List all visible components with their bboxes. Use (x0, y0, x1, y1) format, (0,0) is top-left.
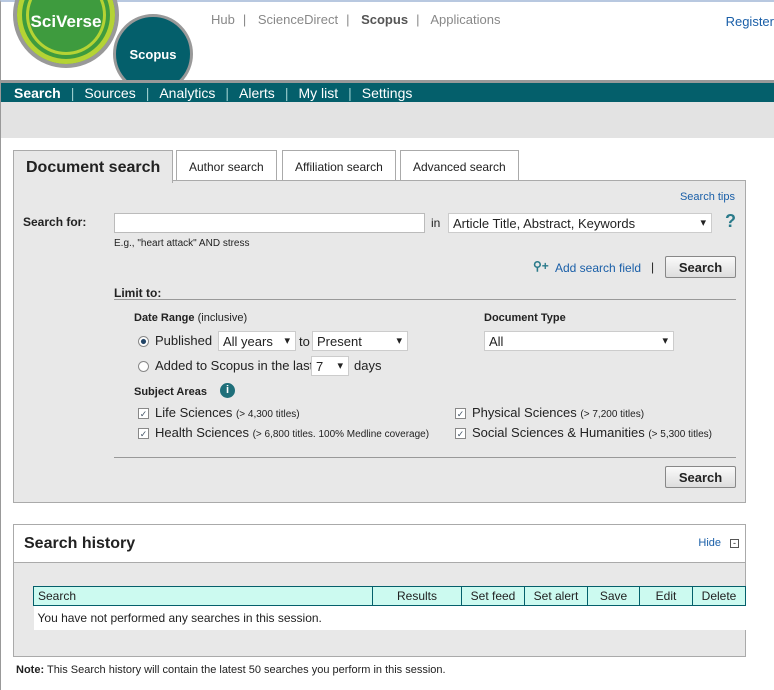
help-icon[interactable]: ? (725, 211, 736, 232)
to-year-select[interactable]: Present (312, 331, 408, 351)
added-radio[interactable] (138, 361, 149, 373)
in-label: in (431, 216, 441, 230)
published-radio[interactable] (138, 336, 149, 348)
nav-my-list[interactable]: My list (298, 85, 338, 102)
register-link[interactable]: Register (726, 14, 774, 29)
social-sciences-checkbox[interactable]: ✓ (455, 428, 466, 440)
header-strip (1, 102, 774, 138)
col-set-alert: Set alert (524, 586, 588, 606)
main-nav: Search | Sources | Analytics | Alerts | My l… (1, 80, 774, 102)
search-input[interactable] (114, 213, 425, 233)
published-label: Published (155, 333, 213, 348)
search-example: E.g., "heart attack" AND stress (114, 238, 250, 249)
subject-areas-label: Subject Areas (134, 386, 207, 398)
tab-document-search[interactable]: Document search (13, 150, 174, 183)
subject-social-sciences: ✓ Social Sciences & Humanities (> 5,300 t… (455, 425, 712, 440)
add-search-field-icon[interactable]: ⚲+ (533, 259, 549, 273)
search-button-top[interactable]: Search (665, 256, 736, 278)
subject-physical-sciences: ✓ Physical Sciences (> 7,200 titles) (455, 405, 645, 420)
col-search: Search (33, 586, 373, 606)
physical-sciences-checkbox[interactable]: ✓ (455, 408, 466, 420)
to-label: to (299, 334, 310, 349)
sciverse-logo[interactable]: SciVerse (13, 0, 119, 68)
link-scopus[interactable]: Scopus (361, 12, 408, 27)
info-icon[interactable]: i (220, 383, 235, 398)
divider (114, 299, 736, 300)
health-sciences-checkbox[interactable]: ✓ (138, 428, 149, 440)
col-set-feed: Set feed (461, 586, 525, 606)
days-label: days (354, 358, 382, 373)
nav-alerts[interactable]: Alerts (239, 85, 275, 102)
days-select[interactable]: 7 (311, 356, 349, 376)
hide-link[interactable]: Hide (698, 537, 721, 549)
link-applications[interactable]: Applications (430, 12, 500, 27)
col-results: Results (372, 586, 462, 606)
search-history-table: Search Results Set feed Set alert Save Edit De… (33, 586, 746, 630)
document-type-label: Document Type (484, 312, 566, 324)
subject-life-sciences: ✓ Life Sciences (> 4,300 titles) (138, 405, 300, 420)
tab-author-search[interactable]: Author search (176, 150, 277, 180)
added-label: Added to Scopus in the last (155, 358, 314, 373)
nav-sources[interactable]: Sources (84, 85, 135, 102)
search-for-label: Search for: (23, 215, 87, 229)
document-type-select[interactable]: All (484, 331, 674, 351)
nav-settings[interactable]: Settings (362, 85, 413, 102)
date-range-label: Date Range (134, 312, 195, 324)
add-search-field-link[interactable]: Add search field (555, 261, 641, 275)
search-history-title: Search history (24, 535, 136, 552)
nav-search[interactable]: Search (14, 85, 61, 102)
from-year-select[interactable]: All years (218, 331, 296, 351)
search-tips-link[interactable]: Search tips (680, 191, 735, 203)
life-sciences-checkbox[interactable]: ✓ (138, 408, 149, 420)
tab-advanced-search[interactable]: Advanced search (400, 150, 519, 180)
limit-to-label: Limit to: (114, 286, 162, 300)
search-field-select[interactable]: Article Title, Abstract, Keywords (448, 213, 712, 233)
empty-history-message: You have not performed any searches in t… (33, 605, 746, 630)
nav-analytics[interactable]: Analytics (159, 85, 215, 102)
top-links: Hub | ScienceDirect | Scopus | Applications (211, 12, 501, 27)
collapse-icon[interactable]: - (730, 539, 739, 548)
subject-health-sciences: ✓ Health Sciences (> 6,800 titles. 100% M… (138, 425, 430, 440)
col-edit: Edit (639, 586, 693, 606)
inclusive-label: (inclusive) (197, 312, 248, 324)
link-hub[interactable]: Hub (211, 12, 235, 27)
document-search-panel: Search tips Search for: in Article Title… (13, 180, 746, 503)
col-delete: Delete (692, 586, 746, 606)
tab-affiliation-search[interactable]: Affiliation search (282, 150, 396, 180)
link-sciencedirect[interactable]: ScienceDirect (258, 12, 338, 27)
divider (114, 457, 736, 458)
history-note: Note: This Search history will contain t… (16, 664, 446, 676)
search-button-bottom[interactable]: Search (665, 466, 736, 488)
col-save: Save (587, 586, 640, 606)
